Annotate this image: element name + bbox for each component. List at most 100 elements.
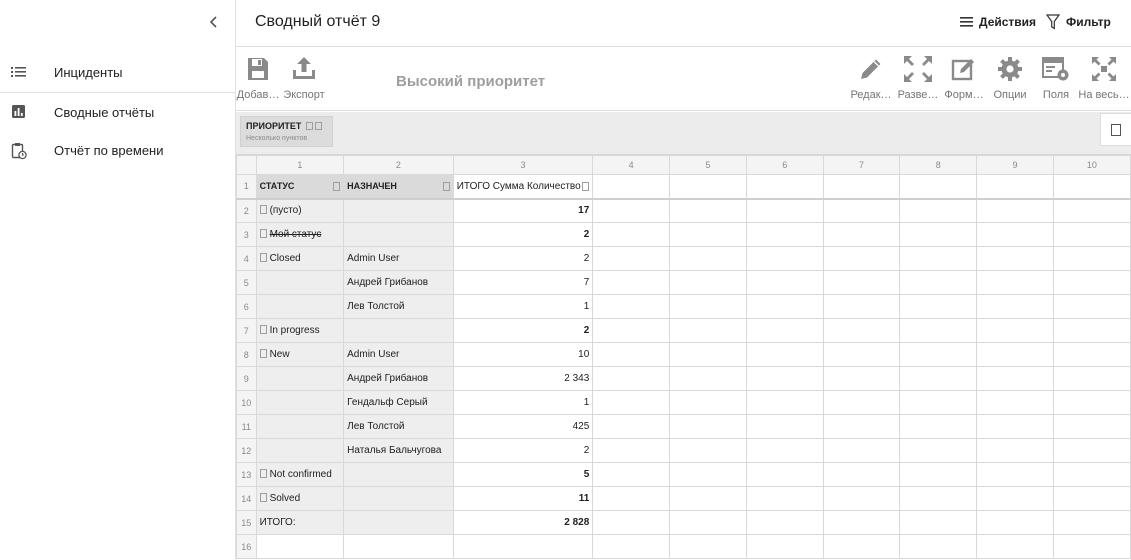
empty-cell[interactable]: [1052, 534, 1131, 559]
empty-cell[interactable]: [1052, 414, 1131, 439]
status-cell[interactable]: [255, 390, 345, 415]
value-cell[interactable]: 1: [452, 294, 594, 319]
empty-cell[interactable]: [899, 390, 978, 415]
status-cell[interactable]: New: [255, 342, 345, 367]
collapse-toggle-icon[interactable]: [259, 325, 267, 334]
empty-cell[interactable]: [745, 197, 824, 223]
empty-cell[interactable]: [899, 438, 978, 463]
empty-cell[interactable]: [592, 414, 671, 439]
assignee-cell[interactable]: Андрей Грибанов: [343, 270, 454, 295]
empty-cell[interactable]: [976, 366, 1054, 391]
empty-cell[interactable]: [822, 438, 901, 463]
empty-cell[interactable]: [899, 294, 978, 319]
column-number[interactable]: 10: [1052, 155, 1131, 175]
empty-cell[interactable]: [1052, 222, 1131, 247]
status-cell[interactable]: [255, 270, 345, 295]
status-cell[interactable]: Мой статус: [255, 222, 345, 247]
empty-cell[interactable]: [669, 197, 747, 223]
empty-cell[interactable]: [745, 174, 824, 199]
value-cell[interactable]: 2: [452, 222, 594, 247]
empty-cell[interactable]: [976, 390, 1054, 415]
status-cell[interactable]: [255, 438, 345, 463]
empty-cell[interactable]: [1052, 294, 1131, 319]
expand-button[interactable]: Разве…: [895, 54, 941, 106]
format-button[interactable]: Форм…: [941, 54, 987, 106]
value-cell[interactable]: 10: [452, 342, 594, 367]
value-cell[interactable]: 11: [452, 486, 594, 511]
column-number[interactable]: 2: [343, 155, 454, 175]
empty-cell[interactable]: [1052, 342, 1131, 367]
empty-cell[interactable]: [1052, 486, 1131, 511]
empty-cell[interactable]: [1052, 462, 1131, 487]
value-cell[interactable]: 2: [452, 438, 594, 463]
collapse-toggle-icon[interactable]: [259, 253, 267, 262]
header-total[interactable]: ИТОГО Сумма Количество: [452, 174, 594, 199]
add-button[interactable]: Добав…: [236, 54, 280, 106]
assignee-cell[interactable]: Гендальф Серый: [343, 390, 454, 415]
empty-cell[interactable]: [669, 174, 747, 199]
empty-cell[interactable]: [592, 318, 671, 343]
empty-cell[interactable]: [1052, 318, 1131, 343]
collapse-sidebar-button[interactable]: [204, 12, 224, 32]
empty-cell[interactable]: [822, 197, 901, 223]
empty-cell[interactable]: [669, 294, 747, 319]
value-cell[interactable]: 1: [452, 390, 594, 415]
assignee-cell[interactable]: [343, 318, 454, 343]
empty-cell[interactable]: [976, 246, 1054, 271]
collapse-toggle-icon[interactable]: [259, 229, 267, 238]
empty-cell[interactable]: [976, 294, 1054, 319]
filter-dropdown-icon[interactable]: [314, 122, 322, 130]
collapse-toggle-icon[interactable]: [259, 205, 267, 215]
empty-cell[interactable]: [822, 270, 901, 295]
assignee-cell[interactable]: [343, 222, 454, 247]
empty-cell[interactable]: [592, 486, 671, 511]
empty-cell[interactable]: [592, 510, 671, 535]
empty-cell[interactable]: [822, 510, 901, 535]
empty-cell[interactable]: [745, 318, 824, 343]
empty-cell[interactable]: [669, 462, 747, 487]
empty-cell[interactable]: [899, 366, 978, 391]
column-number[interactable]: 5: [669, 155, 747, 175]
empty-cell[interactable]: [822, 534, 901, 559]
assignee-cell[interactable]: [343, 197, 454, 223]
empty-cell[interactable]: [592, 174, 671, 199]
collapse-toggle-icon[interactable]: [259, 493, 267, 502]
empty-cell[interactable]: [1052, 174, 1131, 199]
empty-cell[interactable]: [669, 270, 747, 295]
filter-button[interactable]: Фильтр: [1046, 13, 1111, 31]
header-assigned[interactable]: НАЗНАЧЕН: [343, 174, 454, 199]
empty-cell[interactable]: [822, 222, 901, 247]
empty-cell[interactable]: [669, 390, 747, 415]
column-number[interactable]: 7: [822, 155, 901, 175]
empty-cell[interactable]: [669, 438, 747, 463]
assignee-cell[interactable]: [343, 486, 454, 511]
sidebar-item-incidents[interactable]: Инциденты: [0, 53, 235, 91]
total-label-cell[interactable]: ИТОГО:: [255, 510, 345, 535]
empty-cell[interactable]: [1052, 366, 1131, 391]
total-empty-cell[interactable]: [343, 510, 454, 535]
filter-chip-priority[interactable]: ПРИОРИТЕТ Несколько пунктов: [240, 116, 333, 147]
edit-button[interactable]: Редак…: [847, 54, 895, 106]
total-value-cell[interactable]: 2 828: [452, 510, 594, 535]
empty-cell[interactable]: [669, 366, 747, 391]
empty-cell[interactable]: [669, 510, 747, 535]
empty-cell[interactable]: [976, 486, 1054, 511]
empty-cell[interactable]: [976, 318, 1054, 343]
empty-cell[interactable]: [976, 414, 1054, 439]
empty-cell[interactable]: [343, 534, 454, 559]
header-total-sort-icon[interactable]: [582, 181, 590, 191]
actions-button[interactable]: Действия: [960, 13, 1036, 31]
empty-cell[interactable]: [745, 486, 824, 511]
empty-cell[interactable]: [899, 197, 978, 223]
empty-cell[interactable]: [745, 390, 824, 415]
empty-cell[interactable]: [822, 486, 901, 511]
filter-sort-icon[interactable]: [305, 122, 313, 130]
empty-cell[interactable]: [592, 294, 671, 319]
empty-cell[interactable]: [669, 414, 747, 439]
empty-cell[interactable]: [592, 222, 671, 247]
empty-cell[interactable]: [745, 438, 824, 463]
value-cell[interactable]: 5: [452, 462, 594, 487]
column-number[interactable]: 8: [899, 155, 978, 175]
status-cell[interactable]: Closed: [255, 246, 345, 271]
assignee-cell[interactable]: Admin User: [343, 342, 454, 367]
